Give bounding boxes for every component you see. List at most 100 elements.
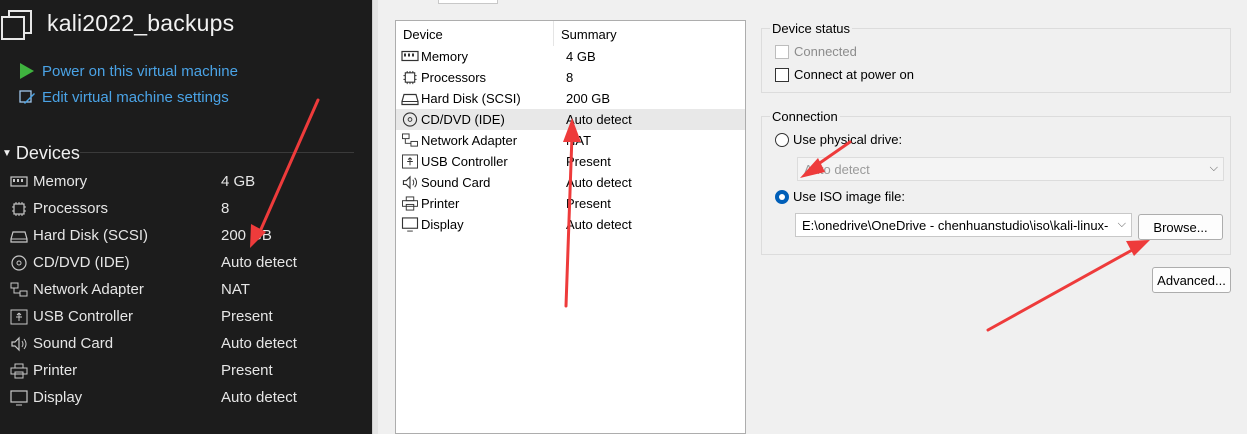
- iso-path-combobox[interactable]: E:\onedrive\OneDrive - chenhuanstudio\is…: [795, 213, 1132, 237]
- device-value: 200 GB: [221, 227, 272, 244]
- device-list-row[interactable]: Printer Present: [396, 193, 745, 214]
- usb-icon: [401, 154, 421, 169]
- memory-icon: [8, 173, 30, 191]
- usb-icon: [8, 308, 30, 326]
- device-item[interactable]: Network Adapter NAT: [8, 276, 358, 303]
- advanced-button[interactable]: Advanced...: [1152, 267, 1231, 293]
- network-adapter-icon: [8, 281, 30, 299]
- device-name: Processors: [421, 70, 487, 85]
- device-list-row[interactable]: Display Auto detect: [396, 214, 745, 235]
- left-device-list: Memory 4 GB Processors 8 Hard Disk (SCSI) 200…: [8, 168, 358, 411]
- device-name: CD/DVD (IDE): [33, 254, 130, 271]
- device-list-row[interactable]: Processors 8: [396, 67, 745, 88]
- iso-path-value: E:\onedrive\OneDrive - chenhuanstudio\is…: [802, 217, 1109, 233]
- device-list-row[interactable]: Hard Disk (SCSI) 200 GB: [396, 88, 745, 109]
- device-value: 4 GB: [221, 173, 256, 190]
- device-name: Sound Card: [421, 175, 491, 190]
- device-name: Network Adapter: [421, 133, 518, 148]
- device-item[interactable]: USB Controller Present: [8, 303, 358, 330]
- network-adapter-icon: [401, 133, 421, 148]
- device-list-row[interactable]: CD/DVD (IDE) Auto detect: [396, 109, 745, 130]
- device-summary: 8: [566, 70, 574, 85]
- vm-icon: [1, 10, 32, 40]
- device-item[interactable]: Sound Card Auto detect: [8, 330, 358, 357]
- display-icon: [401, 217, 421, 232]
- edit-settings-icon: [19, 90, 35, 104]
- vm-summary-panel: kali2022_backups Power on this virtual m…: [0, 0, 372, 434]
- connect-at-power-on-box: [775, 67, 789, 82]
- device-list-row[interactable]: Network Adapter NAT: [396, 130, 745, 151]
- power-on-link[interactable]: Power on this virtual machine: [18, 62, 238, 80]
- connection-group: Connection Use physical drive: Auto dete…: [761, 109, 1231, 255]
- iso-radio-dot: [775, 189, 789, 204]
- connect-at-power-on-label: Connect at power on: [794, 67, 914, 82]
- device-item[interactable]: Hard Disk (SCSI) 200 GB: [8, 222, 358, 249]
- device-summary: Auto detect: [566, 217, 632, 232]
- device-item[interactable]: Display Auto detect: [8, 384, 358, 411]
- device-value: 8: [221, 200, 230, 217]
- device-item[interactable]: Printer Present: [8, 357, 358, 384]
- use-physical-drive-radio[interactable]: Use physical drive:: [775, 132, 902, 147]
- device-name: Memory: [421, 49, 468, 64]
- device-list-row[interactable]: Sound Card Auto detect: [396, 172, 745, 193]
- device-item[interactable]: CD/DVD (IDE) Auto detect: [8, 249, 358, 276]
- connection-title: Connection: [770, 109, 840, 124]
- hardware-device-list[interactable]: Device Summary Memory 4 GB Processors 8 Hard…: [395, 20, 746, 434]
- hardware-tab[interactable]: [438, 0, 498, 4]
- device-value: Present: [221, 362, 273, 379]
- connected-checkbox[interactable]: Connected: [775, 44, 857, 59]
- browse-button[interactable]: Browse...: [1138, 214, 1223, 240]
- device-name: Display: [421, 217, 464, 232]
- device-summary: 200 GB: [566, 91, 611, 106]
- device-summary: Present: [566, 154, 611, 169]
- physical-drive-select[interactable]: Auto detect ⌵: [797, 157, 1224, 181]
- device-list-row[interactable]: Memory 4 GB: [396, 46, 745, 67]
- physical-drive-value: Auto detect: [804, 161, 870, 177]
- processor-icon: [401, 70, 421, 85]
- device-value: Auto detect: [221, 335, 297, 352]
- connected-label: Connected: [794, 44, 857, 59]
- devices-section-header[interactable]: ▼ Devices: [0, 143, 80, 164]
- column-summary[interactable]: Summary: [554, 21, 617, 46]
- connect-at-power-on-checkbox[interactable]: Connect at power on: [775, 67, 914, 82]
- memory-icon: [401, 49, 421, 64]
- sound-card-icon: [8, 335, 30, 353]
- device-value: Present: [221, 308, 273, 325]
- device-item[interactable]: Processors 8: [8, 195, 358, 222]
- device-name: Hard Disk (SCSI): [33, 227, 149, 244]
- cd-dvd-icon: [401, 112, 421, 127]
- use-iso-radio[interactable]: Use ISO image file:: [775, 189, 905, 204]
- chevron-down-icon: ⌵: [1115, 218, 1126, 231]
- edit-settings-label: Edit virtual machine settings: [42, 88, 229, 106]
- device-value: Auto detect: [221, 254, 297, 271]
- device-value: Auto detect: [221, 389, 297, 406]
- vm-title: kali2022_backups: [47, 10, 235, 36]
- devices-heading: Devices: [15, 143, 80, 163]
- device-list-row[interactable]: USB Controller Present: [396, 151, 745, 172]
- sound-card-icon: [401, 175, 421, 190]
- collapse-triangle-icon: ▼: [2, 148, 12, 159]
- device-name: Processors: [33, 200, 109, 217]
- device-summary: NAT: [566, 133, 592, 148]
- device-name: Memory: [33, 173, 88, 190]
- edit-settings-link[interactable]: Edit virtual machine settings: [18, 88, 229, 106]
- physical-drive-radio-dot: [775, 132, 789, 147]
- device-name: CD/DVD (IDE): [421, 112, 505, 127]
- display-icon: [8, 389, 30, 407]
- device-item[interactable]: Memory 4 GB: [8, 168, 358, 195]
- device-name: USB Controller: [33, 308, 134, 325]
- device-summary: Auto detect: [566, 112, 632, 127]
- power-on-label: Power on this virtual machine: [42, 62, 238, 80]
- vm-settings-dialog: Device Summary Memory 4 GB Processors 8 Hard…: [378, 0, 1247, 434]
- device-name: Printer: [421, 196, 460, 211]
- device-summary: Auto detect: [566, 175, 632, 190]
- device-name: Hard Disk (SCSI): [421, 91, 521, 106]
- device-list-header: Device Summary: [396, 21, 745, 46]
- printer-icon: [8, 362, 30, 380]
- device-name: USB Controller: [421, 154, 508, 169]
- use-physical-drive-label: Use physical drive:: [793, 132, 903, 147]
- device-name: Printer: [33, 362, 78, 379]
- devices-divider: [80, 152, 354, 153]
- column-device[interactable]: Device: [396, 21, 554, 46]
- device-name: Network Adapter: [33, 281, 144, 298]
